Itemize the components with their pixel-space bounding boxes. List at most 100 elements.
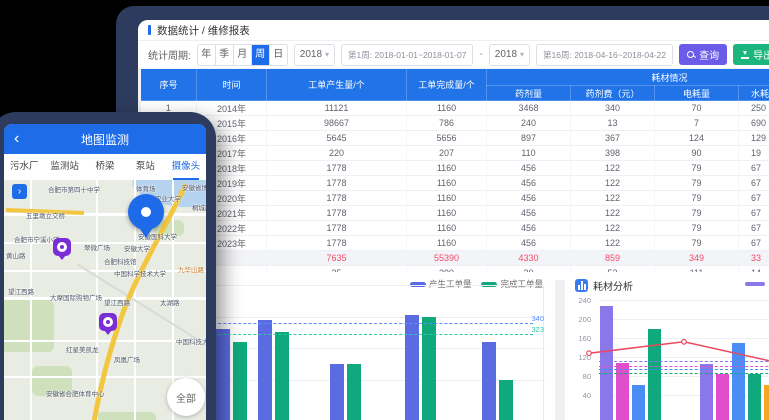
- download-icon: [741, 51, 749, 59]
- chart-header: 耗材分析: [575, 278, 633, 293]
- map-label: 望江西路: [8, 286, 34, 296]
- year-select-start[interactable]: 2018 ▾: [294, 44, 335, 66]
- table-header-group: 耗材情况: [487, 69, 769, 86]
- bar-完成工单量[interactable]: [275, 332, 289, 420]
- table-row: 12014年111211160346834070250: [141, 101, 769, 116]
- table-subheader: 电耗量: [655, 86, 739, 101]
- bar-产生工单量[interactable]: [405, 315, 419, 420]
- selected-marker-icon[interactable]: [128, 194, 164, 230]
- map-label: 安徽省合肥体育中心: [46, 388, 105, 398]
- map-label: 合肥市第四十中学: [48, 184, 100, 194]
- ref-line-label: 323: [518, 325, 544, 334]
- map-label: 体育场: [136, 183, 156, 193]
- search-icon: [687, 51, 695, 59]
- bar-chart-icon: [575, 279, 588, 292]
- table-row: 32016年56455656897367124129: [141, 131, 769, 146]
- report-table: 序号时间工单产生量/个工单完成量/个耗材情况药剂量药剂费（元）电耗量水耗量120…: [140, 68, 769, 281]
- chart-legend: 产生工单量完成工单量: [410, 278, 543, 290]
- table-header: 工单产生量/个: [267, 69, 407, 101]
- table-row: 42017年2202071103989019: [141, 146, 769, 161]
- phone-page-title: 地图监测: [81, 131, 129, 148]
- map-label: 红星美凯龙: [66, 344, 99, 354]
- table-subheader: 药剂量: [487, 86, 571, 101]
- table-header: 序号: [141, 69, 197, 101]
- table-row: 102023年177811604561227967: [141, 236, 769, 251]
- bar-完成工单量[interactable]: [233, 342, 247, 420]
- legend-item[interactable]: 完成工单量: [481, 278, 543, 290]
- consumable-bar[interactable]: [748, 374, 761, 420]
- search-button[interactable]: 查询: [679, 44, 727, 65]
- y-axis-tick: 80: [569, 372, 591, 381]
- table-row: 82021年177811604561227967: [141, 206, 769, 221]
- map-label: 黄山路: [6, 250, 26, 260]
- consumable-bar[interactable]: [648, 329, 661, 420]
- period-option-0[interactable]: 年: [198, 45, 216, 65]
- phone-tab-2[interactable]: 桥梁: [85, 154, 125, 180]
- period-option-3[interactable]: 周: [252, 45, 270, 65]
- week-range-end-input[interactable]: 第16周: 2018-04-16~2018-04-22: [536, 44, 673, 66]
- bar-完成工单量[interactable]: [499, 380, 513, 420]
- bar-完成工单量[interactable]: [422, 317, 436, 420]
- legend-item[interactable]: 产生工单量: [410, 278, 472, 290]
- period-label: 统计周期:: [148, 47, 191, 62]
- breadcrumb-bar: 数据统计 / 维修报表: [138, 20, 769, 41]
- table-header: 时间: [197, 69, 267, 101]
- map-label: 五里墩立交桥: [26, 210, 65, 220]
- y-axis-tick: 160: [569, 334, 591, 343]
- period-option-1[interactable]: 季: [216, 45, 234, 65]
- y-axis-tick: 120: [569, 353, 591, 362]
- period-option-2[interactable]: 月: [234, 45, 252, 65]
- map-label: 大摩国际购物广场: [50, 292, 102, 302]
- table-row: 22015年98667786240137690: [141, 116, 769, 131]
- expand-icon[interactable]: ›: [12, 184, 27, 199]
- table-row: 52018年177811604561227967: [141, 161, 769, 176]
- back-icon[interactable]: ‹: [14, 128, 19, 150]
- bar-产生工单量[interactable]: [258, 320, 272, 420]
- y-axis-tick: 200: [569, 315, 591, 324]
- map-all-button[interactable]: 全部: [167, 378, 205, 416]
- week-range-start-input[interactable]: 第1周: 2018-01-01~2018-01-07: [341, 44, 473, 66]
- camera-marker-icon[interactable]: [53, 238, 71, 256]
- export-excel-button[interactable]: 导出Excel: [733, 44, 769, 65]
- consumable-bar[interactable]: [616, 363, 629, 420]
- map[interactable]: 合肥市第四十中学体育场安徽农业大学安徽省博物馆桐城路五里墩立交桥合肥市宁溪小学翠…: [4, 180, 206, 420]
- ref-line-label: 340: [518, 314, 544, 323]
- camera-marker-icon[interactable]: [99, 313, 117, 331]
- consumable-bar[interactable]: [632, 385, 645, 420]
- consumable-bar[interactable]: [732, 343, 745, 420]
- year-start-value: 2018: [300, 49, 322, 60]
- map-label: 合肥科技馆: [104, 256, 137, 266]
- consumable-bar[interactable]: [716, 374, 729, 420]
- table-subheader: 药剂费（元）: [571, 86, 655, 101]
- bar-产生工单量[interactable]: [330, 364, 344, 420]
- legend-swatch[interactable]: [745, 282, 765, 286]
- phone-tab-4[interactable]: 摄像头: [166, 154, 206, 180]
- phone-tab-3[interactable]: 泵站: [125, 154, 165, 180]
- bar-完成工单量[interactable]: [347, 364, 361, 420]
- breadcrumb-accent-bar: [148, 25, 151, 35]
- stage: 数据统计 / 维修报表 统计周期: 年季月周日 2018 ▾ 第1周: 2018…: [0, 0, 769, 420]
- year-end-value: 2018: [495, 49, 517, 60]
- period-option-4[interactable]: 日: [270, 45, 287, 65]
- map-label: 凤凰广场: [114, 354, 140, 364]
- table-row: 72020年177811604561227967: [141, 191, 769, 206]
- phone-tab-0[interactable]: 污水厂: [4, 154, 44, 180]
- map-label: 望江西路: [104, 297, 130, 307]
- map-label: 翠微广场: [84, 242, 110, 252]
- filter-bar: 统计周期: 年季月周日 2018 ▾ 第1周: 2018-01-01~2018-…: [138, 41, 769, 68]
- map-label: 安徽省博物馆: [182, 182, 206, 192]
- map-label: 桐城路: [192, 202, 206, 212]
- dashboard-screen: 数据统计 / 维修报表 统计周期: 年季月周日 2018 ▾ 第1周: 2018…: [138, 20, 769, 420]
- phone-screen: ‹ 地图监测 污水厂监测站桥梁泵站摄像头: [4, 124, 206, 420]
- table-row: 62019年177811604561227967: [141, 176, 769, 191]
- consumable-bar[interactable]: [764, 385, 769, 420]
- bar-产生工单量[interactable]: [216, 329, 230, 420]
- phone-tab-1[interactable]: 监测站: [44, 154, 84, 180]
- y-axis-tick: 240: [569, 296, 591, 305]
- bar-产生工单量[interactable]: [482, 342, 496, 420]
- table-header: 工单完成量/个: [407, 69, 487, 101]
- chevron-down-icon: ▾: [520, 50, 524, 59]
- year-select-end[interactable]: 2018 ▾: [489, 44, 530, 66]
- consumable-bar[interactable]: [600, 306, 613, 420]
- chart-title: 耗材分析: [593, 278, 633, 293]
